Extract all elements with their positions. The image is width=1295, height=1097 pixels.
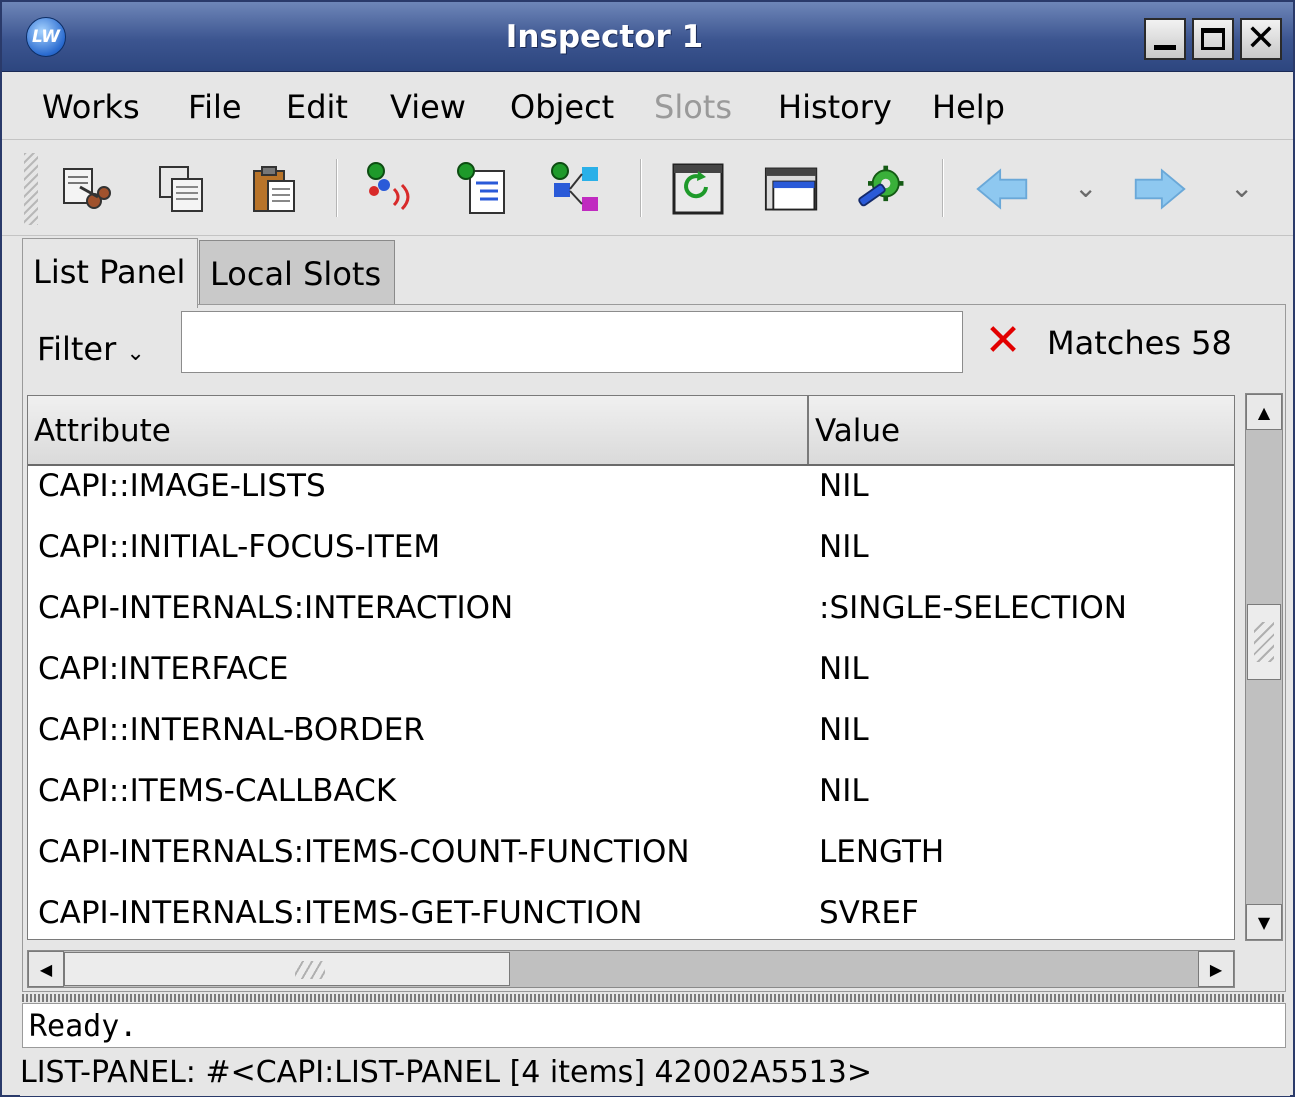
minimize-icon [1154, 44, 1176, 50]
title-bar[interactable]: LW Inspector 1 ✕ [2, 2, 1293, 72]
value-cell: NIL [819, 712, 869, 748]
filter-label: Filter [37, 330, 117, 368]
list-panel: Filter ⌄ ✕ Matches 58 Attribute Value CA… [22, 304, 1286, 992]
menu-works[interactable]: Works [42, 74, 140, 140]
attribute-cell: CAPI::INITIAL-FOCUS-ITEM [38, 529, 441, 565]
triangle-up-icon: ▲ [1257, 402, 1271, 422]
table-row[interactable]: CAPI:INTERFACE NIL [28, 639, 1234, 700]
pane-splitter[interactable] [22, 994, 1286, 1002]
attribute-cell: CAPI::IMAGE-LISTS [38, 468, 326, 504]
settings-gear-icon[interactable] [854, 161, 910, 217]
triangle-left-icon: ◀ [39, 959, 53, 979]
value-cell: SVREF [819, 895, 919, 931]
attribute-cell: CAPI-INTERNALS:INTERACTION [38, 590, 514, 626]
menu-file[interactable]: File [188, 74, 242, 140]
attribute-cell: CAPI-INTERNALS:ITEMS-GET-FUNCTION [38, 895, 643, 931]
menu-view[interactable]: View [390, 74, 466, 140]
horizontal-scrollbar[interactable]: ◀ ▶ [27, 950, 1235, 988]
triangle-down-icon: ▼ [1257, 912, 1271, 932]
tab-local-slots[interactable]: Local Slots [199, 240, 395, 306]
value-cell: NIL [819, 651, 869, 687]
paste-icon[interactable] [246, 161, 302, 217]
scroll-down-button[interactable]: ▼ [1246, 904, 1282, 940]
minimize-button[interactable] [1144, 18, 1186, 60]
menu-slots: Slots [654, 88, 732, 126]
scroll-up-button[interactable]: ▲ [1246, 394, 1282, 430]
table-row[interactable]: CAPI::INITIAL-FOCUS-ITEM NIL [28, 517, 1234, 578]
scroll-right-button[interactable]: ▶ [1198, 951, 1234, 987]
window-title: Inspector 1 [505, 19, 704, 55]
browse-class-icon[interactable] [454, 161, 510, 217]
table-row[interactable]: CAPI::ITEMS-CALLBACK NIL [28, 761, 1234, 822]
value-cell: NIL [819, 468, 869, 504]
value-cell: :SINGLE-SELECTION [819, 590, 1127, 626]
chevron-down-icon: ⌄ [126, 341, 145, 366]
close-icon: ✕ [1245, 18, 1277, 59]
toolbar-grip[interactable] [24, 153, 38, 225]
table-row[interactable]: CAPI-INTERNALS:INTERACTION :SINGLE-SELECT… [28, 578, 1234, 639]
value-cell: LENGTH [819, 834, 945, 870]
forward-arrow-icon[interactable] [1132, 161, 1188, 217]
value-cell: NIL [819, 529, 869, 565]
menu-history[interactable]: History [778, 74, 892, 140]
window-icon[interactable] [764, 161, 820, 217]
toolbar-separator [942, 159, 944, 217]
cut-icon[interactable] [58, 161, 114, 217]
menu-help[interactable]: Help [932, 74, 1005, 140]
maximize-button[interactable] [1192, 18, 1234, 60]
menu-bar: Works File Edit View Object Slots Histor… [2, 74, 1293, 140]
selection-description: LIST-PANEL: #<CAPI:LIST-PANEL [4 items] … [20, 1050, 1290, 1096]
triangle-right-icon: ▶ [1209, 959, 1223, 979]
toolbar-separator [640, 159, 642, 217]
table-row[interactable]: CAPI-INTERNALS:ITEMS-GET-FUNCTION SVREF [28, 883, 1234, 939]
table-row[interactable]: CAPI::IMAGE-LISTS NIL [28, 456, 1234, 517]
tab-list-panel[interactable]: List Panel [22, 238, 198, 308]
table-row[interactable]: CAPI::INTERNAL-BORDER NIL [28, 700, 1234, 761]
attribute-cell: CAPI::INTERNAL-BORDER [38, 712, 425, 748]
inspect-object-icon[interactable] [364, 161, 420, 217]
maximize-icon [1201, 28, 1225, 50]
vertical-scroll-thumb[interactable] [1247, 604, 1281, 680]
clear-filter-icon[interactable]: ✕ [981, 315, 1025, 367]
filter-input[interactable] [181, 311, 963, 373]
status-message: Ready. [22, 1003, 1286, 1048]
back-arrow-icon[interactable] [974, 161, 1030, 217]
menu-edit[interactable]: Edit [286, 74, 348, 140]
toolbar-separator [336, 159, 338, 217]
filter-dropdown[interactable]: Filter ⌄ [37, 319, 149, 379]
table-row[interactable]: CAPI-INTERNALS:ITEMS-COUNT-FUNCTION LENGT… [28, 822, 1234, 883]
inspector-window: LW Inspector 1 ✕ Works File Edit View Ob… [0, 0, 1295, 1097]
column-header-attribute[interactable]: Attribute [28, 396, 809, 464]
column-header-value[interactable]: Value [809, 396, 1234, 464]
scroll-left-button[interactable]: ◀ [28, 951, 64, 987]
matches-count: Matches 58 [1047, 324, 1232, 362]
debug-tree-icon[interactable] [548, 161, 604, 217]
toolbar: ⌄ ⌄ [2, 141, 1293, 236]
close-window-button[interactable]: ✕ [1240, 18, 1282, 60]
attribute-cell: CAPI::ITEMS-CALLBACK [38, 773, 397, 809]
horizontal-scroll-thumb[interactable] [64, 952, 510, 986]
menu-object[interactable]: Object [510, 74, 614, 140]
value-cell: NIL [819, 773, 869, 809]
attribute-cell: CAPI:INTERFACE [38, 651, 289, 687]
forward-history-chevron-icon[interactable]: ⌄ [1230, 171, 1253, 204]
scroll-grip [295, 961, 325, 979]
refresh-icon[interactable] [670, 161, 726, 217]
back-history-chevron-icon[interactable]: ⌄ [1074, 171, 1097, 204]
vertical-scrollbar[interactable]: ▲ ▼ [1245, 393, 1283, 941]
attribute-cell: CAPI-INTERNALS:ITEMS-COUNT-FUNCTION [38, 834, 690, 870]
copy-icon[interactable] [154, 161, 210, 217]
attribute-table[interactable]: Attribute Value CAPI::IMAGE-LISTS NIL CAP… [27, 395, 1235, 940]
